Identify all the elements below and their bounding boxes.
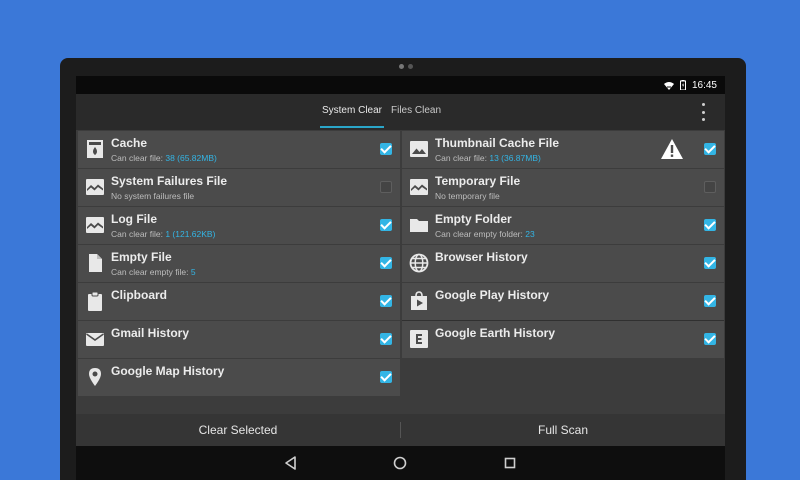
item-checkbox[interactable] [704,333,716,345]
item-checkbox[interactable] [704,295,716,307]
back-icon[interactable] [282,454,300,472]
clean-item-empty-folder[interactable]: Empty Folder Can clear empty folder: 23 [402,207,724,244]
recents-icon[interactable] [501,454,519,472]
item-title: Thumbnail Cache File [435,136,560,150]
item-subtitle-text: Can clear file: [111,229,166,239]
clean-item-google-earth-history[interactable]: Google Earth History [402,321,724,358]
clean-item-thumbnail-cache-file[interactable]: Thumbnail Cache File Can clear file: 13 (… [402,131,724,168]
item-subtitle-text: No system failures file [111,191,195,201]
item-count: 38 (65.82MB) [165,153,217,163]
warning-icon[interactable] [660,138,684,160]
item-checkbox[interactable] [704,257,716,269]
clean-item-cache[interactable]: Cache Can clear file: 38 (65.82MB) [78,131,400,168]
item-checkbox[interactable] [380,295,392,307]
clean-item-clipboard[interactable]: Clipboard [78,283,400,320]
image-icon [408,138,430,160]
item-title: System Failures File [111,174,228,188]
broken-image-icon [84,214,106,236]
item-checkbox[interactable] [380,333,392,345]
item-subtitle: Can clear file: 13 (36.87MB) [435,153,541,163]
broken-image-icon [84,176,106,198]
item-subtitle-text: No temporary file [435,191,500,201]
item-subtitle-text: Can clear empty file: [111,267,191,277]
item-title: Temporary File [435,174,521,188]
item-subtitle-text: Can clear file: [435,153,490,163]
item-checkbox[interactable] [380,257,392,269]
item-count: 5 [190,267,196,277]
item-title: Log File [111,212,157,226]
tab-files-clean[interactable]: Files Clean [390,94,442,130]
item-subtitle: No temporary file [435,191,500,201]
item-title: Clipboard [111,288,167,302]
item-title: Google Play History [435,288,550,302]
item-title: Cache [111,136,148,150]
clean-item-google-map-history[interactable]: Google Map History [78,359,400,396]
item-subtitle-text: Can clear file: [111,153,166,163]
item-checkbox[interactable] [380,143,392,155]
app-screen: 16:45 System Clear Files Clean Cache Can … [76,76,725,480]
camera-dots [399,64,413,69]
clean-item-log-file[interactable]: Log File Can clear file: 1 (121.62KB) [78,207,400,244]
clipboard-icon [84,290,106,312]
item-title: Google Map History [111,364,225,378]
play-store-icon [408,290,430,312]
clean-item-empty-file[interactable]: Empty File Can clear empty file: 5 [78,245,400,282]
wifi-icon [663,81,674,90]
item-title: Google Earth History [435,326,556,340]
tab-system-clear[interactable]: System Clear [320,94,384,130]
home-icon[interactable] [391,454,409,472]
item-title: Browser History [435,250,528,264]
item-checkbox[interactable] [380,219,392,231]
item-title: Empty Folder [435,212,512,226]
status-bar: 16:45 [76,76,725,94]
overflow-menu-icon[interactable] [699,103,707,121]
battery-icon [679,80,686,90]
item-subtitle: Can clear empty folder: 23 [435,229,535,239]
clean-item-browser-history[interactable]: Browser History [402,245,724,282]
item-checkbox[interactable] [704,181,716,193]
folder-icon [408,214,430,236]
item-count: 23 [525,229,535,239]
action-bar: Clear Selected Full Scan [76,414,725,446]
item-checkbox[interactable] [704,143,716,155]
globe-icon [408,252,430,274]
clean-item-gmail-history[interactable]: Gmail History [78,321,400,358]
mail-icon [84,328,106,350]
item-checkbox[interactable] [704,219,716,231]
item-subtitle: Can clear file: 38 (65.82MB) [111,153,217,163]
app-toolbar: System Clear Files Clean [76,94,725,130]
item-subtitle: No system failures file [111,191,194,201]
item-checkbox[interactable] [380,181,392,193]
full-scan-button[interactable]: Full Scan [401,423,725,437]
clean-item-temporary-file[interactable]: Temporary File No temporary file [402,169,724,206]
cache-icon [84,138,106,160]
broken-image-icon [408,176,430,198]
map-pin-icon [84,366,106,388]
item-checkbox[interactable] [380,371,392,383]
clean-item-google-play-history[interactable]: Google Play History [402,283,724,320]
clear-selected-button[interactable]: Clear Selected [76,423,400,437]
item-subtitle: Can clear file: 1 (121.62KB) [111,229,215,239]
system-nav-bar [76,446,725,480]
item-subtitle-text: Can clear empty folder: [435,229,526,239]
item-count: 13 (36.87MB) [489,153,541,163]
clean-item-system-failures-file[interactable]: System Failures File No system failures f… [78,169,400,206]
file-icon [84,252,106,274]
clock: 16:45 [691,79,717,91]
earth-e-icon [408,328,430,350]
item-subtitle: Can clear empty file: 5 [111,267,196,277]
item-title: Empty File [111,250,172,264]
item-count: 1 (121.62KB) [165,229,216,239]
item-title: Gmail History [111,326,190,340]
